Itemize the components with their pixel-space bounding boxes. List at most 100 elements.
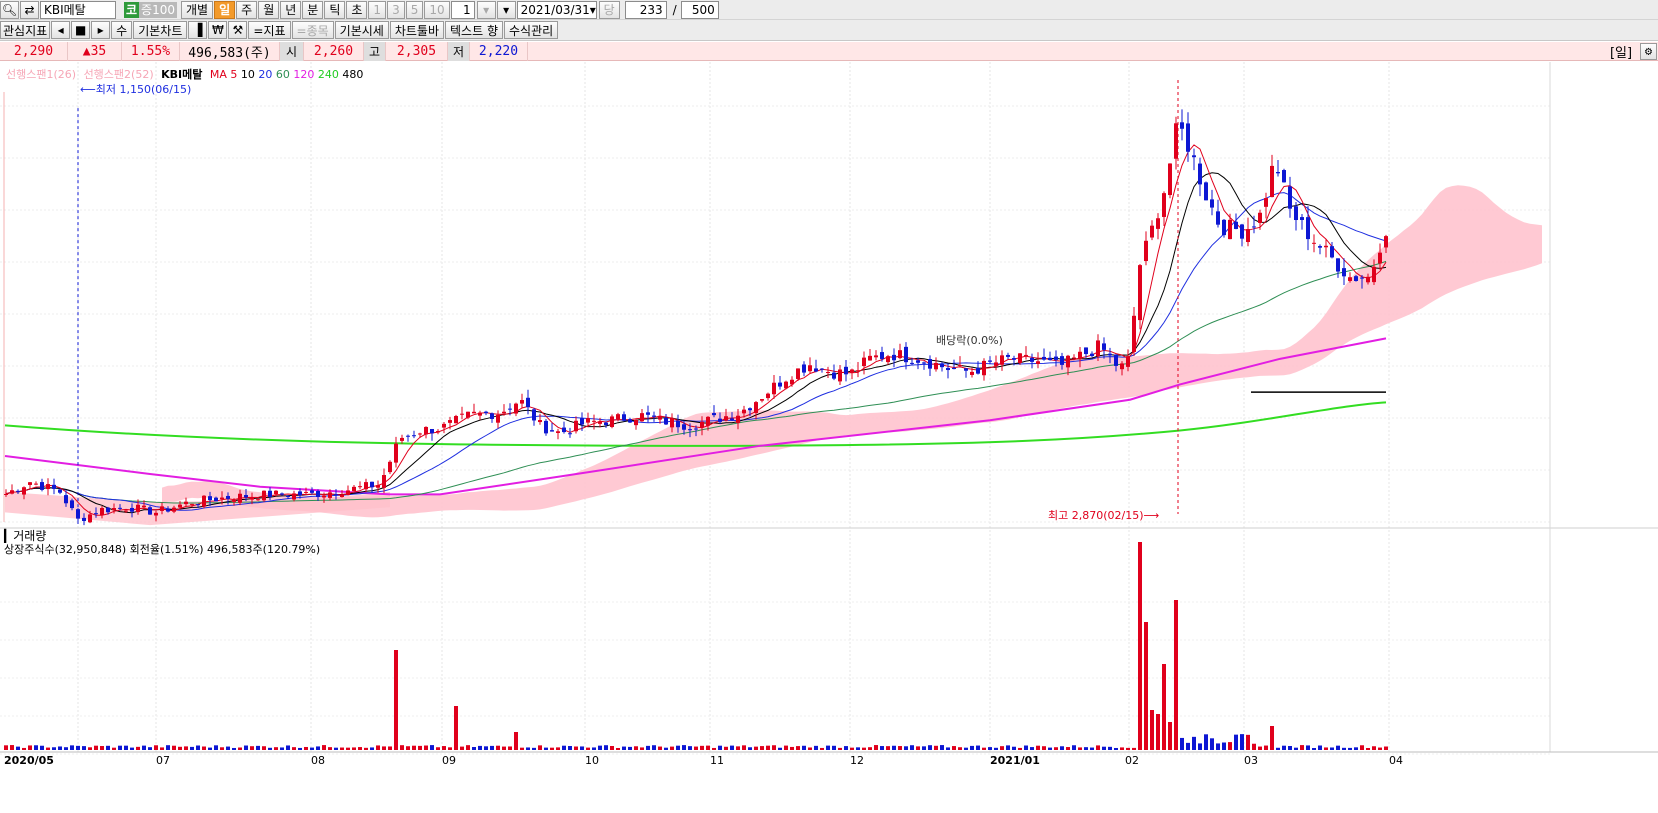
candle-body [1270, 165, 1274, 198]
settings-button[interactable]: ⚙ [1640, 42, 1657, 60]
volume-bar [1204, 734, 1208, 750]
interval-1-button[interactable]: 1 [368, 0, 387, 19]
candle-body [532, 409, 536, 421]
volume-bar [814, 745, 818, 750]
volume-bar [784, 745, 788, 750]
count-dropdown-button[interactable]: ▾ [476, 0, 496, 19]
volume-bar [1342, 747, 1346, 750]
interval-5-button[interactable]: 5 [405, 0, 424, 19]
volume-bar [544, 747, 548, 750]
volume-bar [616, 747, 620, 750]
candle-body [808, 365, 812, 372]
candle-settings-button[interactable]: ▐ [188, 21, 208, 39]
candle-body [130, 507, 134, 512]
bars-total-field[interactable]: 500 [680, 0, 719, 19]
volume-bar [1216, 743, 1220, 750]
volume-bar [850, 747, 854, 750]
candle-body [466, 411, 470, 418]
volume-bar [808, 747, 812, 750]
candle-body [298, 491, 302, 496]
wrench-icon: ⚒ [232, 23, 244, 37]
indicator-button[interactable]: =지표 [248, 21, 291, 39]
candle-body [1294, 206, 1298, 221]
volume-bar [238, 747, 242, 750]
candle-body [526, 397, 530, 408]
basic-chart-button[interactable]: 기본차트 [133, 21, 188, 39]
candle-body [916, 360, 920, 363]
volume-bar [400, 745, 404, 750]
candle-body [1072, 357, 1076, 359]
candle-body [550, 430, 554, 432]
interest-indicator-button[interactable]: 관심지표 [0, 21, 51, 39]
candle-body [1084, 347, 1088, 355]
count-field[interactable]: 1 [450, 0, 475, 19]
candle-body [1336, 258, 1340, 272]
candle-body [838, 369, 842, 382]
candle-body [706, 416, 710, 426]
candle-body [310, 490, 314, 493]
search-button[interactable]: 🔍︎ [0, 0, 19, 19]
individual-button[interactable]: 개별 [181, 0, 214, 19]
candle-body [814, 368, 818, 372]
volume-bar [1138, 542, 1142, 750]
stock-name-field[interactable]: KBI메탈 [40, 0, 116, 19]
refresh-button[interactable]: ⇄ [20, 0, 39, 19]
candle-body [226, 495, 230, 499]
volume-bar [166, 745, 170, 750]
candle-body [316, 491, 320, 498]
chart-toolbar-button[interactable]: 차트툴바 [389, 21, 445, 39]
scroll-stop-button[interactable]: ■ [71, 21, 91, 39]
volume-bar [268, 747, 272, 750]
volume-bar [880, 746, 884, 750]
candle-body [628, 419, 632, 423]
volume-bar [1168, 722, 1172, 750]
volume-bar [4, 745, 8, 750]
volume-bar [328, 747, 332, 750]
volume-bar [520, 747, 524, 750]
volume-bar [424, 745, 428, 750]
candle-body [790, 379, 794, 385]
period-minute-button[interactable]: 분 [302, 0, 324, 19]
volume-bar [10, 745, 14, 750]
text-button[interactable]: 텍스트 향 [445, 21, 503, 39]
formula-management-button[interactable]: 수식관리 [504, 21, 559, 39]
candle-body [16, 490, 20, 492]
item-button[interactable]: =종목 [291, 21, 334, 39]
basic-market-button[interactable]: 기본시세 [334, 21, 389, 39]
price-chart[interactable] [0, 62, 1658, 813]
candle-body [1030, 357, 1034, 362]
period-second-button[interactable]: 초 [346, 0, 368, 19]
date-spin-button[interactable]: ▾ [496, 0, 516, 19]
modified-price-button[interactable]: 수 [111, 21, 133, 39]
candle-body [106, 507, 110, 513]
candle-body [376, 485, 380, 488]
volume-bar [772, 745, 776, 750]
candle-body [730, 418, 734, 420]
scroll-right-button[interactable]: ▸ [91, 21, 111, 39]
bars-shown-field[interactable]: 233 [624, 0, 667, 19]
volume-bar [1282, 745, 1286, 750]
interval-3-button[interactable]: 3 [387, 0, 405, 19]
volume-bar [274, 747, 278, 750]
candle-body [1000, 355, 1004, 365]
tools-button[interactable]: ⚒ [228, 21, 248, 39]
period-day-button[interactable]: 일 [214, 0, 236, 19]
period-month-button[interactable]: 월 [258, 0, 280, 19]
candle-body [718, 418, 722, 422]
candle-body [214, 497, 218, 502]
volume-bar [460, 746, 464, 750]
date-field[interactable]: 2021/03/31 ▾ [516, 0, 597, 19]
legend-span2: 선행스팬2(52) [83, 68, 154, 81]
interval-10-button[interactable]: 10 [424, 0, 450, 19]
volume-bar [256, 745, 260, 750]
period-week-button[interactable]: 주 [236, 0, 258, 19]
date-suffix-button[interactable]: 당 [598, 0, 620, 19]
currency-button[interactable]: ₩ [208, 21, 228, 39]
scroll-left-button[interactable]: ◂ [51, 21, 71, 39]
volume-bar [604, 745, 608, 750]
volume-bar [1264, 745, 1268, 750]
period-tick-button[interactable]: 틱 [324, 0, 346, 19]
period-year-button[interactable]: 년 [280, 0, 302, 19]
volume-bar [376, 745, 380, 750]
volume-bar [208, 747, 212, 750]
